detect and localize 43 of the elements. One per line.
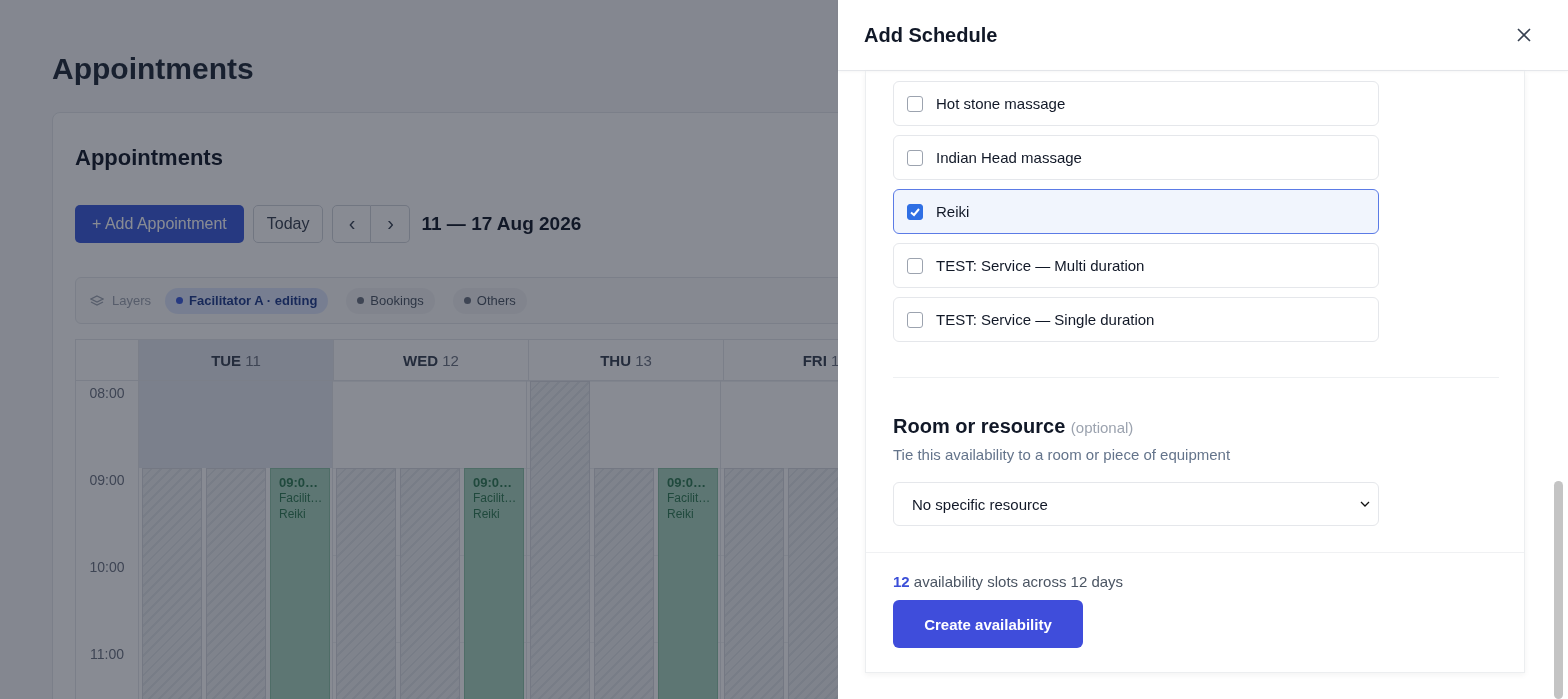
day-header[interactable]: THU 13 bbox=[528, 340, 723, 380]
date-range: 11 — 17 Aug 2026 bbox=[421, 212, 582, 235]
checkbox[interactable] bbox=[907, 311, 923, 328]
time-label: 11:00 bbox=[89, 645, 125, 664]
service-option[interactable]: Hot stone massage bbox=[893, 81, 1379, 126]
checkbox[interactable] bbox=[907, 149, 923, 166]
next-week-button[interactable]: › bbox=[371, 204, 411, 243]
drawer-title: Add Schedule bbox=[864, 23, 998, 47]
layers-icon bbox=[90, 294, 104, 307]
availability-event[interactable]: 09:0… Facilit… Reiki bbox=[464, 468, 524, 699]
section-title: Room or resource (optional) bbox=[893, 415, 1135, 438]
checkbox[interactable] bbox=[907, 203, 923, 220]
layer-chip[interactable]: Bookings bbox=[346, 287, 435, 314]
layer-dot bbox=[176, 297, 184, 304]
day-header[interactable]: TUE 11 bbox=[138, 340, 333, 380]
page-title: Appointments bbox=[52, 52, 254, 87]
layer-chip[interactable]: Others bbox=[452, 287, 527, 314]
availability-event[interactable]: 09:0… Facilit… Reiki bbox=[658, 468, 718, 699]
time-label: 08:00 bbox=[88, 384, 126, 403]
add-appointment-button[interactable]: + Add Appointment bbox=[75, 204, 244, 243]
summary-text: 12 availability slots across 12 days bbox=[893, 573, 1125, 590]
today-button[interactable]: Today bbox=[252, 204, 324, 243]
layer-chip[interactable]: Facilitator A · editing bbox=[165, 287, 329, 314]
checkbox[interactable] bbox=[907, 95, 923, 112]
close-icon[interactable] bbox=[1517, 28, 1531, 42]
layer-dot bbox=[463, 297, 471, 304]
card-title: Appointments bbox=[75, 145, 223, 172]
service-option[interactable]: Indian Head massage bbox=[893, 135, 1379, 180]
section-hint: Tie this availability to a room or piece of equipment bbox=[893, 446, 1232, 463]
day-header[interactable]: WED 12 bbox=[333, 340, 528, 380]
resource-select[interactable]: No specific resource bbox=[893, 482, 1379, 526]
chevron-down-icon bbox=[1360, 501, 1370, 507]
create-availability-button[interactable]: Create availability bbox=[893, 600, 1083, 648]
layer-dot bbox=[357, 297, 365, 304]
time-label: 09:00 bbox=[88, 471, 126, 490]
checkbox[interactable] bbox=[907, 257, 923, 274]
scrollbar-thumb[interactable] bbox=[1554, 481, 1563, 699]
time-label: 10:00 bbox=[88, 558, 126, 577]
service-option[interactable]: TEST: Service — Single duration bbox=[893, 297, 1379, 342]
service-option[interactable]: TEST: Service — Multi duration bbox=[893, 243, 1379, 288]
previous-week-button[interactable]: ‹ bbox=[332, 204, 372, 243]
availability-event[interactable]: 09:0… Facilit… Reiki bbox=[270, 468, 330, 699]
service-option[interactable]: Reiki bbox=[893, 189, 1379, 234]
